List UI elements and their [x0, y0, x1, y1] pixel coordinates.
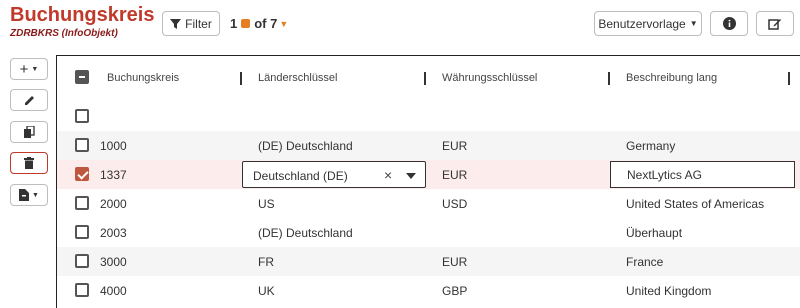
caret-down-icon: ▼ — [32, 191, 39, 199]
cell-country: (DE) Deutschland — [258, 139, 353, 153]
record-pager[interactable]: 1 of 7 ▼ — [230, 16, 288, 31]
cell-code: 1000 — [100, 139, 127, 153]
column-resizer[interactable] — [240, 72, 242, 85]
description-input[interactable]: NextLytics AG — [610, 161, 795, 188]
column-resizer[interactable] — [424, 72, 426, 85]
column-header[interactable]: Buchungskreis — [107, 72, 179, 84]
data-grid: Buchungskreis Länderschlüssel Währungssc… — [56, 55, 800, 308]
edit-note-button[interactable] — [756, 11, 794, 36]
cell-code: 2000 — [100, 197, 127, 211]
cell-code: 1337 — [100, 168, 127, 182]
pager-total: of 7 — [254, 16, 278, 31]
cell-code: 4000 — [100, 284, 127, 298]
cell-country: FR — [258, 255, 274, 269]
filter-active-icon: ▼ — [279, 18, 289, 29]
row-checkbox[interactable] — [75, 283, 89, 297]
row-checkbox[interactable] — [75, 109, 89, 123]
cell-currency: USD — [442, 197, 468, 211]
cell-description: France — [626, 255, 664, 269]
table-row[interactable]: 2000 US USD United States of Americas — [57, 189, 800, 218]
user-template-label: Benutzervorlage — [598, 16, 686, 31]
page-subtitle: ZDRBKRS (InfoObjekt) — [10, 28, 118, 39]
add-row-button[interactable]: + ▼ — [10, 58, 48, 80]
cell-country: UK — [258, 284, 275, 298]
country-select-value: Deutschland (DE) — [253, 169, 348, 183]
cell-description: Überhaupt — [626, 226, 683, 240]
caret-down-icon: ▼ — [31, 65, 39, 73]
cell-country: US — [258, 197, 275, 211]
select-all-checkbox[interactable] — [75, 70, 89, 84]
column-header[interactable]: Beschreibung lang — [626, 72, 717, 84]
trash-icon — [24, 157, 34, 169]
column-resizer[interactable] — [788, 72, 790, 85]
edit-square-icon — [768, 18, 781, 30]
column-header[interactable]: Länderschlüssel — [258, 72, 338, 84]
grid-header: Buchungskreis Länderschlüssel Währungssc… — [57, 56, 800, 100]
edit-row-button[interactable] — [10, 89, 48, 111]
copy-row-button[interactable] — [10, 121, 48, 143]
cell-currency: EUR — [442, 139, 468, 153]
table-row[interactable]: 3000 FR EUR France — [57, 247, 800, 276]
cell-currency: GBP — [442, 284, 468, 298]
country-select[interactable]: Deutschland (DE) × — [242, 161, 426, 188]
caret-down-icon: ▼ — [689, 19, 698, 28]
cell-description: Germany — [626, 139, 676, 153]
row-checkbox[interactable] — [75, 225, 89, 239]
cell-country: (DE) Deutschland — [258, 226, 353, 240]
row-checkbox[interactable] — [75, 167, 89, 181]
pencil-icon — [24, 95, 34, 105]
filter-label: Filter — [185, 16, 212, 31]
info-button[interactable] — [710, 11, 748, 36]
table-row[interactable]: 2003 (DE) Deutschland Überhaupt — [57, 218, 800, 247]
table-row-selected[interactable]: 1337 Deutschland (DE) × EUR NextLytics A… — [57, 160, 800, 189]
chevron-down-icon[interactable] — [406, 173, 416, 179]
pager-current: 1 — [230, 16, 238, 31]
table-row[interactable] — [57, 102, 800, 131]
column-resizer[interactable] — [608, 72, 610, 85]
cell-code: 3000 — [100, 255, 127, 269]
export-button[interactable]: ▼ — [10, 184, 48, 206]
copy-icon — [23, 126, 35, 138]
cell-description: United Kingdom — [626, 284, 712, 298]
user-template-dropdown[interactable]: Benutzervorlage ▼ — [594, 11, 702, 36]
row-checkbox[interactable] — [75, 138, 89, 152]
info-icon — [722, 17, 736, 30]
plus-icon: + — [19, 60, 29, 78]
page-title: Buchungskreis — [10, 4, 155, 26]
cell-code: 2003 — [100, 226, 127, 240]
checked-icon — [241, 19, 251, 28]
row-checkbox[interactable] — [75, 196, 89, 210]
table-row[interactable]: 4000 UK GBP United Kingdom — [57, 276, 800, 305]
table-row[interactable]: 1000 (DE) Deutschland EUR Germany — [57, 131, 800, 160]
file-export-icon — [19, 189, 30, 201]
column-header[interactable]: Währungsschlüssel — [442, 72, 537, 84]
cell-description: United States of Americas — [626, 197, 765, 211]
delete-row-button[interactable] — [10, 152, 48, 174]
filter-button[interactable]: Filter — [162, 11, 220, 36]
clear-icon[interactable]: × — [384, 167, 392, 183]
cell-currency: EUR — [442, 255, 468, 269]
row-checkbox[interactable] — [75, 254, 89, 268]
filter-icon — [170, 18, 182, 29]
cell-currency: EUR — [442, 168, 468, 182]
